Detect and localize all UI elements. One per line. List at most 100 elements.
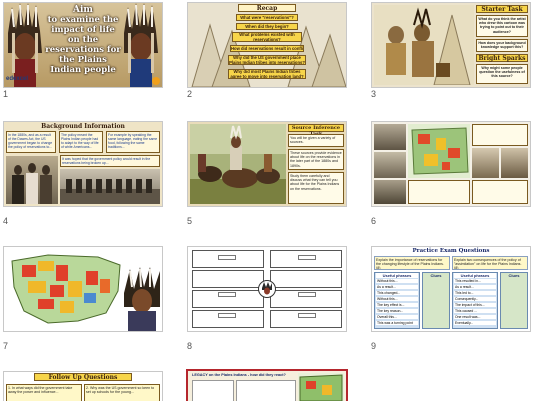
exam-question-left: Explain the importance of reservations f… <box>374 256 450 270</box>
slide-1-title-panel: Aim to examine the impact of life on the… <box>42 5 124 85</box>
historical-photo <box>374 124 406 150</box>
headdress-illustration-right <box>122 3 160 87</box>
phrase-item: This led to... <box>454 291 496 295</box>
clues-column-left <box>422 272 450 329</box>
starter-task-panel-2: How does your background knowledge suppo… <box>476 39 528 52</box>
slide-11-text-box <box>236 380 296 401</box>
worksheet-label <box>218 255 236 260</box>
source-text-box <box>408 180 470 204</box>
slide-9-heading: Practice Exam Questions <box>412 248 490 254</box>
slide-3-heading: Starter Task <box>476 5 528 13</box>
clues-column-right <box>500 272 528 329</box>
slide-thumbnail-3[interactable]: Starter Task What do you think the artis… <box>371 2 531 88</box>
historical-photo <box>374 180 406 204</box>
recap-question: Why did most Plains Indian tribes agree … <box>228 69 306 79</box>
bright-sparks-panel: Why might some people question the usefu… <box>476 64 528 84</box>
slide-thumbnail-2[interactable]: Recap What were "reservations"? When did… <box>187 2 347 88</box>
brand-logo: edexcel <box>6 76 29 82</box>
worksheet-box <box>192 270 264 288</box>
phrase-item: This was a turning point as... <box>376 321 418 325</box>
phrase-item: This caused ... <box>454 309 496 313</box>
phrase-item: Without this... <box>376 279 418 283</box>
recap-question: Why did the US government place Plains I… <box>228 55 306 65</box>
slide-number-1: 1 <box>3 89 9 99</box>
portrait-photo <box>472 148 499 178</box>
phrase-list-right: This resulted in... As a result... This … <box>454 279 496 327</box>
slide-thumbnail-6[interactable] <box>371 121 531 207</box>
follow-up-question: 2. Why was the US government so keen to … <box>84 384 160 401</box>
slide-thumbnail-10[interactable]: Follow Up Questions 1. In what ways did … <box>3 371 163 401</box>
slide-number-6: 6 <box>371 216 377 226</box>
slide-thumbnail-9[interactable]: Practice Exam Questions Explain the impo… <box>371 246 531 332</box>
phrase-item: Without this... <box>376 297 418 301</box>
worksheet-label <box>298 313 316 318</box>
slide-1-subtitle-line: on the <box>67 35 99 45</box>
follow-up-question: 1. In what ways did the government take … <box>6 384 82 401</box>
recap-question: How did reservations result in conflict? <box>230 45 304 52</box>
phrase-item: The key reason... <box>376 309 418 313</box>
recap-question: What were "reservations"? <box>236 14 298 21</box>
recap-question: When did they begin? <box>236 23 298 30</box>
phrase-list-left: Without this... As a result... This chan… <box>376 279 418 327</box>
slide-1-subtitle-line: impact of life <box>51 25 115 35</box>
worksheet-label <box>298 292 316 297</box>
slide-number-2: 2 <box>187 89 193 99</box>
slide-1-subtitle-line: reservations for <box>45 45 121 55</box>
headdress-illustration-left <box>6 3 44 87</box>
slide-thumbnail-11[interactable]: LEGACY on the Plains Indians - how did t… <box>186 369 348 401</box>
slide-thumbnail-1[interactable]: Aim to examine the impact of life on the… <box>3 2 163 88</box>
background-info-box: For example by speaking the same languag… <box>106 131 160 153</box>
exam-question-right: Explain two consequences of the policy o… <box>452 256 528 270</box>
phrase-item: This changed... <box>376 291 418 295</box>
background-info-box: It was hoped that the government policy … <box>60 155 160 167</box>
bright-sparks-heading: Bright Sparks <box>476 54 528 62</box>
slide-1-subtitle-line: to examine the <box>47 15 119 25</box>
slide-11-heading: LEGACY on the Plains Indians - how did t… <box>192 373 286 377</box>
slide-number-3: 3 <box>371 89 377 99</box>
source-task-point: You will be given a variety of sources. <box>288 134 344 147</box>
phrase-item: As a result... <box>376 285 418 289</box>
phrase-item: One result was... <box>454 315 496 319</box>
starter-task-panel: What do you think the artist who drew th… <box>476 15 528 37</box>
background-info-box: The policy meant the Plains Indian peopl… <box>59 131 103 153</box>
chief-on-horseback-painting <box>190 124 286 204</box>
slide-1-title: Aim <box>73 5 93 15</box>
slide-number-9: 9 <box>371 341 377 351</box>
background-info-box: In the 1880s, and as a result of the Daw… <box>6 131 56 153</box>
slide-number-8: 8 <box>187 341 193 351</box>
slide-4-heading: Background Information <box>41 123 125 130</box>
phrase-item: Eventually... <box>454 321 496 325</box>
slide-number-7: 7 <box>3 341 9 351</box>
worksheet-label <box>218 313 236 318</box>
chief-portrait <box>124 267 160 331</box>
slide-10-heading: Follow Up Questions <box>34 373 132 381</box>
historical-photo <box>374 152 406 178</box>
worksheet-label <box>298 255 316 260</box>
pearson-logo-icon <box>152 77 160 85</box>
slide-thumbnail-4[interactable]: Background Information In the 1880s, and… <box>3 121 163 207</box>
slide-1-subtitle-line: Indian people <box>50 65 116 75</box>
phrase-item: Overall this... <box>376 315 418 319</box>
slide-number-5: 5 <box>187 216 193 226</box>
phrases-header-left: Useful phrases <box>376 273 418 278</box>
historical-photo <box>6 156 58 204</box>
us-reservations-map <box>11 254 121 324</box>
slide-thumbnail-8[interactable] <box>187 246 347 332</box>
phrases-header-right: Useful phrases <box>454 273 496 278</box>
recap-question: What problems existed with reservations? <box>232 32 302 42</box>
worksheet-box <box>270 270 342 288</box>
phrase-item: As a result... <box>454 285 496 289</box>
slide-thumbnail-7[interactable] <box>3 246 163 332</box>
phrase-item: This resulted in... <box>454 279 496 283</box>
slide-5-heading: Source Inference Task <box>288 124 344 137</box>
clues-header-left: Clues <box>430 273 442 278</box>
historical-photo <box>60 169 160 204</box>
slide-11-text-box <box>192 380 234 401</box>
slide-thumbnail-5[interactable]: Source Inference Task You will be given … <box>187 121 347 207</box>
source-text-box <box>472 124 528 146</box>
phrase-item: Consequently... <box>454 297 496 301</box>
phrase-item: The key effect is... <box>376 303 418 307</box>
political-cartoon-image <box>374 5 474 85</box>
reservations-map <box>408 124 470 178</box>
phrase-item: The impact of this... <box>454 303 496 307</box>
